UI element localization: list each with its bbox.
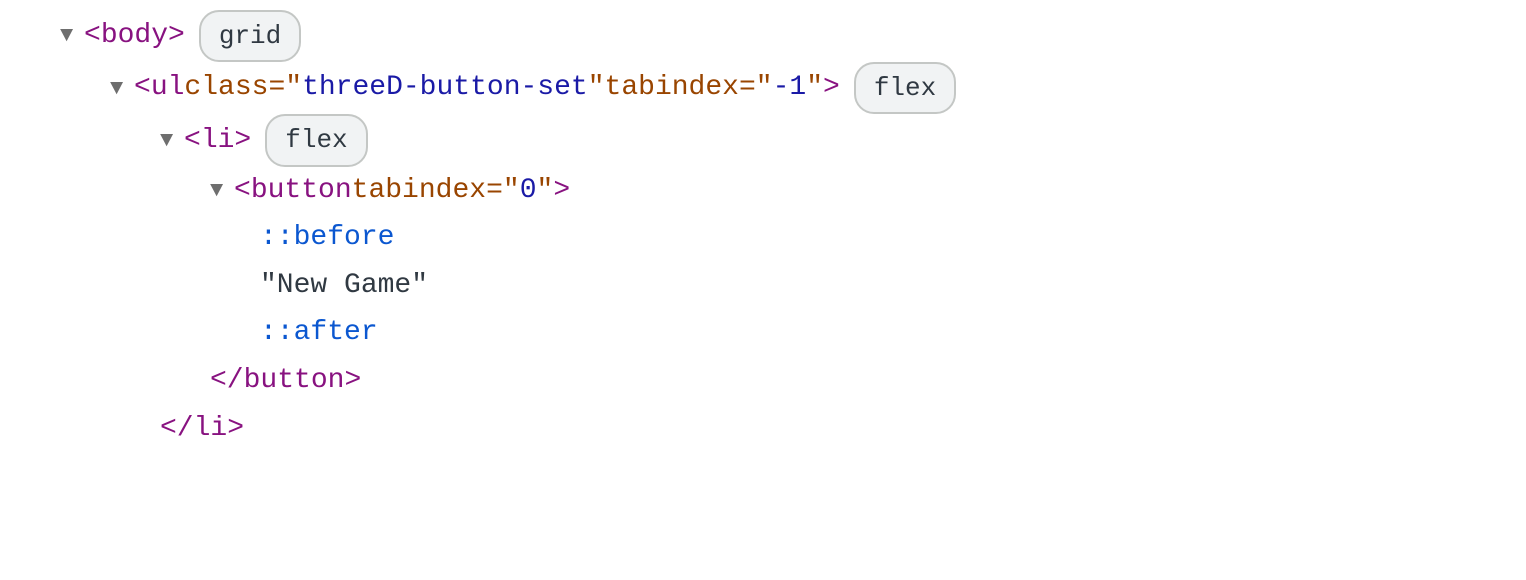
close-bracket: >: [553, 167, 570, 215]
attr-quote: ": [285, 64, 302, 112]
attr-equals: =: [268, 64, 285, 112]
close-bracket: >: [823, 64, 840, 112]
pseudo-element: ::after: [260, 309, 378, 357]
attr-value: -1: [773, 64, 807, 112]
open-bracket: </: [210, 357, 244, 405]
tree-row[interactable]: ▼<button tabindex="0">: [20, 167, 1506, 215]
attr-name: tabindex: [605, 64, 739, 112]
tag-name: button: [251, 167, 352, 215]
open-bracket: <: [134, 64, 151, 112]
open-bracket: </: [160, 405, 194, 453]
attr-equals: =: [739, 64, 756, 112]
attr-quote: ": [588, 64, 605, 112]
text-node: "New Game": [260, 262, 428, 310]
expand-arrow-icon[interactable]: ▼: [110, 70, 130, 107]
tree-row[interactable]: ▼<body> grid: [20, 10, 1506, 62]
attr-quote: ": [806, 64, 823, 112]
open-bracket: <: [234, 167, 251, 215]
open-bracket: <: [84, 12, 101, 60]
close-bracket: >: [227, 405, 244, 453]
attr-quote: ": [503, 167, 520, 215]
attr-quote: ": [756, 64, 773, 112]
tree-row[interactable]: ::after: [20, 309, 1506, 357]
tag-name: ul: [151, 64, 185, 112]
tag-name: li: [194, 405, 228, 453]
attr-name: class: [184, 64, 268, 112]
attr-name: tabindex: [352, 167, 486, 215]
attr-equals: =: [486, 167, 503, 215]
expand-arrow-icon[interactable]: ▼: [160, 122, 180, 159]
tree-row[interactable]: ▼<li> flex: [20, 114, 1506, 166]
tree-row[interactable]: "New Game": [20, 262, 1506, 310]
close-bracket: >: [168, 12, 185, 60]
tag-name: button: [244, 357, 345, 405]
tag-name: li: [201, 117, 235, 165]
display-badge[interactable]: flex: [265, 114, 367, 166]
close-bracket: >: [344, 357, 361, 405]
display-badge[interactable]: grid: [199, 10, 301, 62]
display-badge[interactable]: flex: [854, 62, 956, 114]
expand-arrow-icon[interactable]: ▼: [210, 172, 230, 209]
attr-value: 0: [520, 167, 537, 215]
dom-tree[interactable]: ▼<body>grid▼<ul class="threeD-button-set…: [20, 10, 1506, 452]
close-bracket: >: [234, 117, 251, 165]
tree-row[interactable]: </button>: [20, 357, 1506, 405]
attr-value: threeD-button-set: [302, 64, 588, 112]
expand-arrow-icon[interactable]: ▼: [60, 17, 80, 54]
tree-row[interactable]: ▼<ul class="threeD-button-set" tabindex=…: [20, 62, 1506, 114]
pseudo-element: ::before: [260, 214, 394, 262]
tag-name: body: [101, 12, 168, 60]
attr-quote: ": [537, 167, 554, 215]
tree-row[interactable]: ::before: [20, 214, 1506, 262]
tree-row[interactable]: </li>: [20, 405, 1506, 453]
open-bracket: <: [184, 117, 201, 165]
